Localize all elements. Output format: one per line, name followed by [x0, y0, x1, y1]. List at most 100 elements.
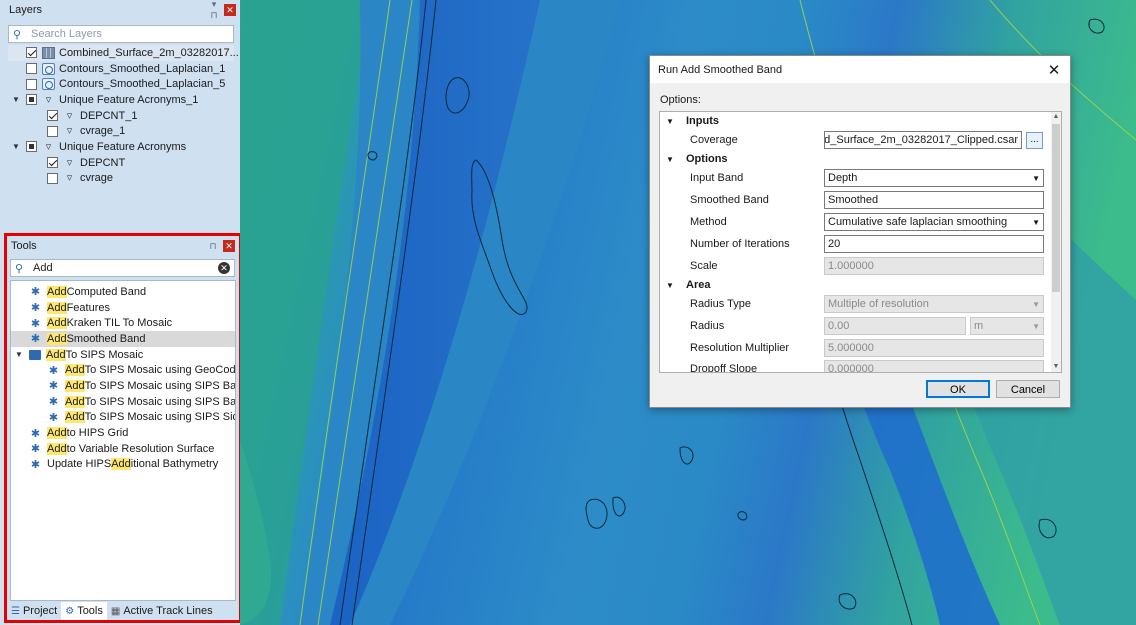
- layers-search-input[interactable]: [27, 28, 229, 40]
- search-highlight: Add: [65, 379, 85, 392]
- layer-checkbox[interactable]: [47, 172, 58, 184]
- layer-checkbox[interactable]: [26, 141, 37, 153]
- layer-label: Unique Feature Acronyms_1: [59, 93, 199, 106]
- layer-label: DEPCNT_1: [80, 109, 138, 122]
- tool-item[interactable]: ✱ Add to HIPS Grid: [11, 425, 235, 441]
- option-label: Dropoff Slope: [690, 363, 758, 373]
- filter-icon: ▿: [45, 93, 52, 106]
- tool-label: To SIPS Mosaic: [65, 348, 144, 361]
- smoothed-band-input[interactable]: Smoothed: [824, 191, 1044, 209]
- iterations-input[interactable]: 20: [824, 235, 1044, 253]
- tab-project[interactable]: ☰ Project: [7, 602, 61, 620]
- scrollbar-thumb[interactable]: [1052, 124, 1060, 292]
- cancel-button[interactable]: Cancel: [996, 380, 1060, 398]
- tools-search-input[interactable]: [29, 262, 218, 274]
- chevron-down-icon[interactable]: ▼: [666, 117, 680, 126]
- folder-icon: [29, 349, 41, 360]
- layer-row[interactable]: ▿ cvrage_1: [8, 123, 234, 139]
- layer-row[interactable]: Contours_Smoothed_Laplacian_1: [8, 61, 234, 77]
- coverage-field[interactable]: Combined_Surface_2m_03282017_Clipped.csa…: [824, 131, 1022, 149]
- tool-item[interactable]: ✱ Add Features: [11, 300, 235, 316]
- tab-active-track-lines[interactable]: ▦ Active Track Lines: [107, 602, 217, 620]
- close-icon[interactable]: ✕: [223, 240, 235, 252]
- layer-label: cvrage: [80, 172, 114, 185]
- clear-search-icon[interactable]: ✕: [218, 262, 230, 274]
- search-highlight: Add: [47, 427, 67, 440]
- category-options[interactable]: ▼ Options: [660, 151, 1052, 167]
- layer-label: Contours_Smoothed_Laplacian_1: [59, 62, 226, 75]
- select-value: Multiple of resolution: [828, 298, 929, 310]
- tools-panel-header: Tools ⊓ ✕: [7, 236, 239, 256]
- left-dock: Layers ▾ ⊓ ✕ ⚲ Combined_Surface_2m_03282…: [0, 0, 242, 625]
- layers-panel: Layers ▾ ⊓ ✕ ⚲ Combined_Surface_2m_03282…: [0, 0, 240, 233]
- option-resolution-multiplier: Resolution Multiplier 5.000000: [660, 337, 1052, 359]
- tool-item-selected[interactable]: ✱ Add Smoothed Band: [11, 331, 235, 347]
- method-select[interactable]: Cumulative safe laplacian smoothing ▼: [824, 213, 1044, 231]
- tool-item[interactable]: ✱ Add Kraken TIL To Mosaic: [11, 315, 235, 331]
- layer-label: Contours_Smoothed_Laplacian_5: [59, 78, 226, 91]
- ok-button[interactable]: OK: [926, 380, 990, 398]
- close-icon[interactable]: ✕: [1046, 61, 1062, 79]
- chevron-down-icon[interactable]: ▼: [666, 155, 680, 164]
- layer-group-row[interactable]: ▼ ▿ Unique Feature Acronyms: [8, 139, 234, 155]
- tool-item[interactable]: ✱ Add To SIPS Mosaic using SIPS Backs: [11, 378, 235, 394]
- layers-search-box[interactable]: ⚲: [8, 25, 234, 43]
- tab-tools[interactable]: ⚙ Tools: [61, 602, 107, 620]
- layer-row[interactable]: ▿ DEPCNT_1: [8, 108, 234, 124]
- gear-icon: ✱: [48, 364, 59, 377]
- option-iterations: Number of Iterations 20: [660, 233, 1052, 255]
- options-scrollbar[interactable]: ▲ ▼: [1051, 112, 1061, 372]
- contour-layer-icon: [42, 78, 55, 91]
- category-inputs[interactable]: ▼ Inputs: [660, 113, 1052, 129]
- tab-label: Active Track Lines: [123, 605, 213, 617]
- search-icon: ⚲: [13, 28, 22, 41]
- gear-icon: ✱: [30, 302, 41, 315]
- scroll-up-icon[interactable]: ▲: [1051, 112, 1061, 122]
- search-highlight: Add: [47, 317, 67, 330]
- filter-icon: ▿: [66, 172, 73, 185]
- layer-checkbox[interactable]: [26, 78, 37, 90]
- input-band-select[interactable]: Depth ▼: [824, 169, 1044, 187]
- layer-row[interactable]: ▿ DEPCNT: [8, 155, 234, 171]
- search-highlight: Add: [47, 442, 67, 455]
- tool-item[interactable]: ✱ Update HIPS Add itional Bathymetry: [11, 457, 235, 473]
- scroll-down-icon[interactable]: ▼: [1051, 362, 1061, 372]
- search-highlight: Add: [46, 348, 66, 361]
- select-value: m: [974, 320, 984, 332]
- chevron-down-icon[interactable]: ▼: [10, 142, 22, 151]
- layer-checkbox[interactable]: [47, 125, 58, 137]
- tool-group[interactable]: ▼ Add To SIPS Mosaic: [11, 347, 235, 363]
- category-area[interactable]: ▼ Area: [660, 277, 1052, 293]
- gear-icon: ✱: [48, 411, 59, 424]
- chevron-down-icon[interactable]: ▼: [666, 281, 680, 290]
- category-label: Options: [686, 153, 728, 165]
- tool-item[interactable]: ✱ Add to Variable Resolution Surface: [11, 441, 235, 457]
- tool-item[interactable]: ✱ Add To SIPS Mosaic using GeoCoder: [11, 362, 235, 378]
- dialog-title: Run Add Smoothed Band: [658, 63, 783, 76]
- layer-row[interactable]: Combined_Surface_2m_03282017...: [8, 45, 239, 61]
- layer-group-row[interactable]: ▼ ▿ Unique Feature Acronyms_1: [8, 92, 234, 108]
- tools-search-box[interactable]: ⚲ ✕: [10, 259, 235, 277]
- option-coverage: Coverage Combined_Surface_2m_03282017_Cl…: [660, 129, 1052, 151]
- tool-item[interactable]: ✱ Add To SIPS Mosaic using SIPS Backs: [11, 394, 235, 410]
- layer-row[interactable]: ▿ cvrage: [8, 171, 234, 187]
- close-icon[interactable]: ✕: [224, 4, 236, 16]
- layer-checkbox[interactable]: [26, 47, 37, 59]
- tool-item[interactable]: ✱ Add To SIPS Mosaic using SIPS Side S: [11, 410, 235, 426]
- layer-label: DEPCNT: [80, 156, 126, 169]
- radius-unit-select: m ▼: [970, 317, 1044, 335]
- layer-checkbox[interactable]: [26, 63, 37, 75]
- project-icon: ☰: [11, 605, 20, 617]
- chevron-down-icon[interactable]: ▼: [13, 350, 25, 359]
- tool-item[interactable]: ✱ Add Computed Band: [11, 284, 235, 300]
- layer-checkbox[interactable]: [26, 94, 37, 106]
- layer-row[interactable]: Contours_Smoothed_Laplacian_5: [8, 76, 234, 92]
- layer-checkbox[interactable]: [47, 157, 58, 169]
- pin-icon[interactable]: ▾ ⊓: [207, 0, 221, 21]
- browse-button[interactable]: ...: [1026, 131, 1043, 149]
- layer-checkbox[interactable]: [47, 110, 58, 122]
- search-highlight: Add: [65, 364, 85, 377]
- chevron-down-icon[interactable]: ▼: [10, 95, 22, 104]
- tool-label: To SIPS Mosaic using SIPS Side S: [84, 411, 235, 424]
- pin-icon[interactable]: ⊓: [206, 241, 220, 252]
